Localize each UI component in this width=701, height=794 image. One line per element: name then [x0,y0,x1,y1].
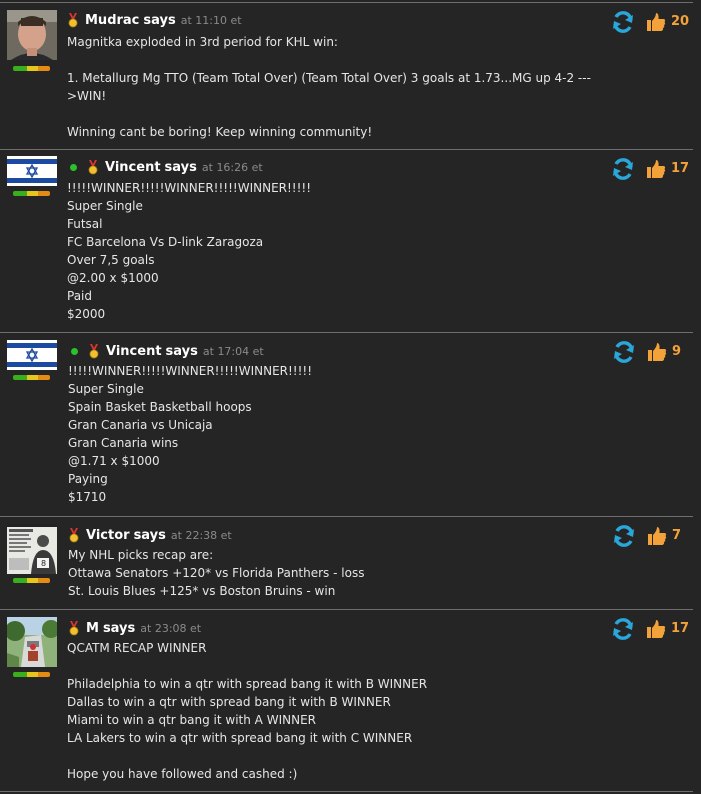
comment-body: My NHL picks recap are: Ottawa Senators … [68,548,365,598]
thumbs-up-icon[interactable] [647,526,667,546]
thumbs-up-icon[interactable] [646,619,666,639]
like-count: 9 [672,344,682,359]
like-count: 7 [672,528,682,543]
avatar[interactable] [7,156,57,186]
divider [0,149,693,150]
thumbs-up-icon[interactable] [647,342,667,362]
rating-bar [13,578,50,583]
thumbs-up-icon[interactable] [646,159,666,179]
says-label: says [165,343,198,359]
comment-body: QCATM RECAP WINNER Philadelphia to win a… [67,641,428,781]
refresh-arrows-icon[interactable] [612,341,636,363]
timestamp: at 22:38 et [170,528,232,542]
rating-bar [13,66,50,71]
divider [0,2,693,3]
says-label: says [143,12,176,28]
divider [0,609,693,610]
divider [0,791,693,792]
comment-header: Victor says at 22:38 et [68,525,232,545]
comment-body: Magnitka exploded in 3rd period for KHL … [67,35,591,139]
online-status-dot [71,347,78,355]
comment-header: M says at 23:08 et [68,618,201,638]
refresh-arrows-icon[interactable] [611,618,635,640]
timestamp: at 11:10 et [180,13,242,27]
says-label: says [133,527,166,543]
medal-icon [68,12,78,27]
comment-header: Vincent says at 17:04 et [71,341,264,361]
like-count: 17 [671,161,690,176]
timestamp: at 17:04 et [202,344,264,358]
refresh-arrows-icon[interactable] [612,525,636,547]
medal-icon [69,620,79,635]
like-count: 17 [671,621,690,636]
avatar[interactable] [7,10,57,60]
says-label: says [102,620,136,636]
thumbs-up-icon[interactable] [646,12,666,32]
medal-icon [89,343,99,358]
rating-bar [13,191,50,196]
comment-author[interactable]: Vincent [106,344,162,359]
comment-author[interactable]: Victor [86,528,130,543]
comment-body: !!!!!WINNER!!!!!WINNER!!!!!WINNER!!!!! S… [68,364,313,504]
divider [0,516,693,517]
rating-bar [13,672,50,677]
comment-body: !!!!!WINNER!!!!!WINNER!!!!!WINNER!!!!! S… [67,181,312,321]
like-count: 20 [671,14,690,29]
medal-icon [88,159,98,174]
avatar[interactable] [7,340,57,370]
avatar[interactable]: 8 [7,524,57,574]
avatar[interactable] [7,617,57,667]
rating-bar [13,375,50,380]
comment-author[interactable]: Vincent [105,160,161,175]
comment-author[interactable]: Mudrac [85,13,139,28]
timestamp: at 23:08 et [140,621,202,635]
timestamp: at 16:26 et [201,160,263,174]
says-label: says [164,159,197,175]
refresh-arrows-icon[interactable] [611,158,635,180]
comment-header: Vincent says at 16:26 et [70,157,263,177]
divider [0,332,693,333]
online-status-dot [70,163,77,171]
comment-author[interactable]: M [86,621,99,636]
svg-text:8: 8 [41,559,46,568]
refresh-arrows-icon[interactable] [611,11,635,33]
medal-icon [69,527,79,542]
comment-header: Mudrac says at 11:10 et [67,10,242,30]
